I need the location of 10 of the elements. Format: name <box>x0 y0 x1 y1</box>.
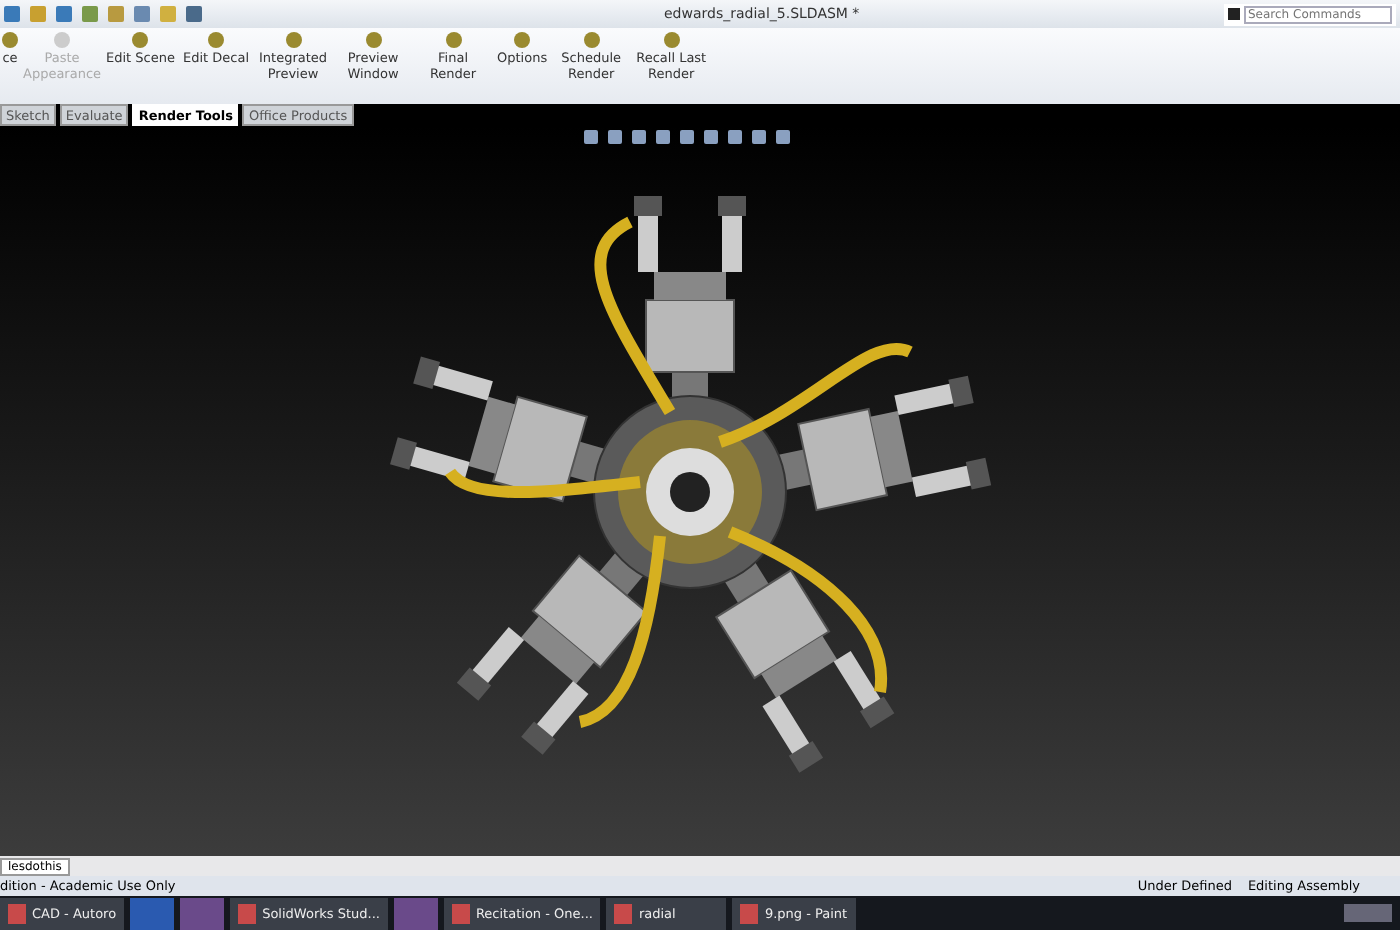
3d-viewport[interactable] <box>0 126 1400 856</box>
app-icon <box>8 903 26 923</box>
app-icon <box>451 903 470 923</box>
app-icon[interactable] <box>393 897 438 929</box>
app-icon <box>614 903 633 923</box>
app-icon[interactable] <box>180 897 225 929</box>
search-icon <box>1228 8 1240 20</box>
app-icon <box>740 903 759 923</box>
system-tray-icon[interactable] <box>1344 904 1392 922</box>
app-icon <box>238 903 257 923</box>
